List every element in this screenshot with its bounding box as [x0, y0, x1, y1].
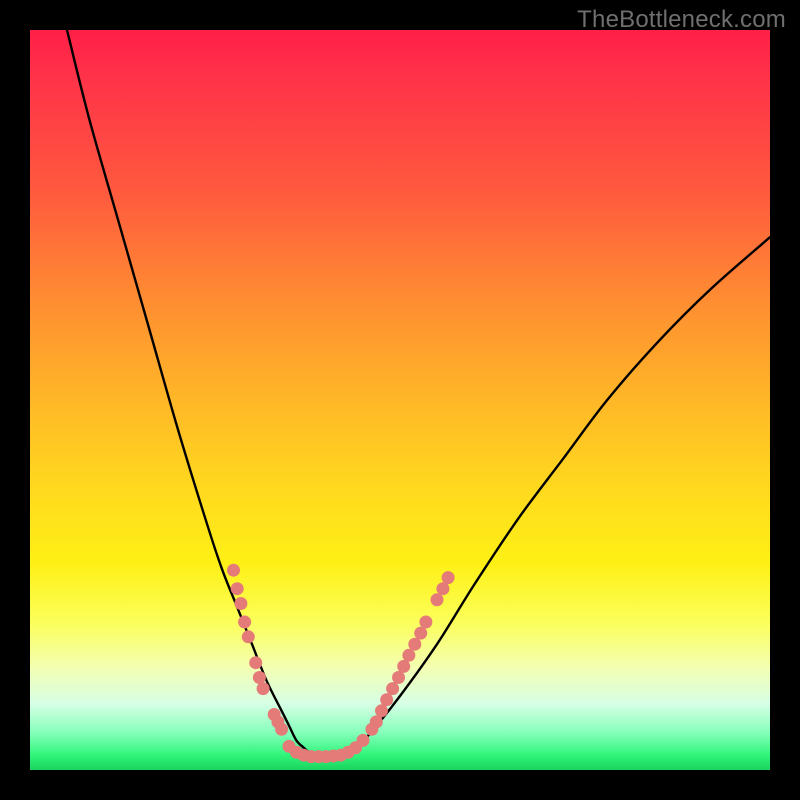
- plot-area: [30, 30, 770, 770]
- data-dot: [231, 582, 244, 595]
- data-dot: [275, 723, 288, 736]
- chart-frame: TheBottleneck.com: [0, 0, 800, 800]
- data-dot: [442, 571, 455, 584]
- data-dot: [380, 693, 393, 706]
- data-dot: [370, 715, 383, 728]
- data-dot: [431, 593, 444, 606]
- chart-svg: [30, 30, 770, 770]
- data-dot: [357, 734, 370, 747]
- data-dot: [386, 682, 399, 695]
- data-dot: [402, 649, 415, 662]
- data-dot: [257, 682, 270, 695]
- data-dot: [408, 638, 421, 651]
- data-dot: [238, 616, 251, 629]
- data-dot: [436, 582, 449, 595]
- data-dot: [234, 597, 247, 610]
- data-dot: [242, 630, 255, 643]
- data-dot: [414, 627, 427, 640]
- data-dots: [227, 564, 455, 763]
- data-dot: [227, 564, 240, 577]
- data-dot: [253, 671, 266, 684]
- data-dot: [392, 671, 405, 684]
- data-dot: [375, 704, 388, 717]
- data-dot: [419, 616, 432, 629]
- data-dot: [397, 660, 410, 673]
- data-dot: [249, 656, 262, 669]
